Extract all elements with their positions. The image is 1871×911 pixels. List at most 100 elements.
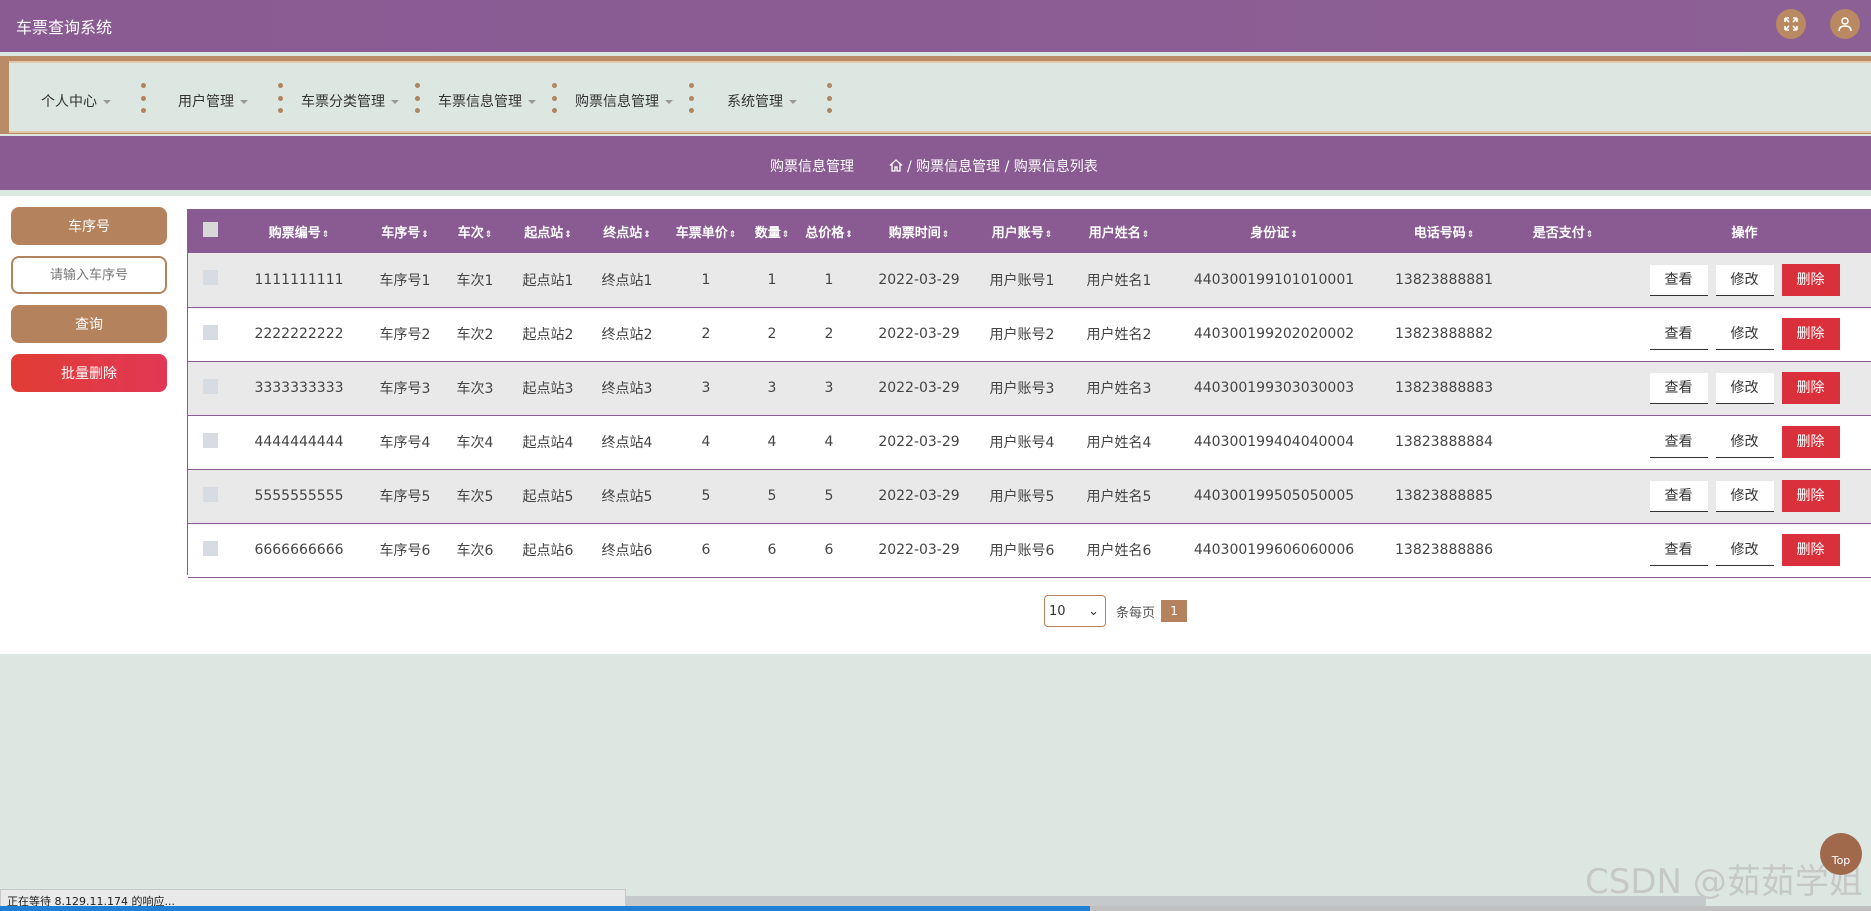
table-cell: 终点站3 bbox=[601, 381, 653, 397]
column-header[interactable]: 车序号⇕ bbox=[365, 210, 445, 253]
view-button[interactable]: 查看 bbox=[1649, 535, 1708, 566]
view-button[interactable]: 查看 bbox=[1649, 319, 1708, 350]
table-cell: 车序号2 bbox=[379, 327, 431, 343]
chevron-down-icon: ⌄ bbox=[1088, 603, 1099, 619]
column-header[interactable]: 是否支付⇕ bbox=[1509, 210, 1617, 253]
table-cell: 车次1 bbox=[456, 272, 494, 289]
row-actions: 查看 修改 删除 bbox=[1617, 361, 1871, 415]
search-input[interactable] bbox=[11, 256, 167, 294]
view-button[interactable]: 查看 bbox=[1649, 264, 1708, 296]
table-cell: 车次4 bbox=[456, 435, 494, 451]
table-cell: 5 bbox=[767, 488, 777, 504]
batch-delete-button[interactable]: 批量删除 bbox=[11, 354, 167, 392]
delete-button[interactable]: 删除 bbox=[1781, 318, 1840, 350]
column-header[interactable]: 终点站⇕ bbox=[591, 210, 663, 253]
table-cell: 起点站1 bbox=[522, 272, 574, 289]
row-checkbox[interactable] bbox=[188, 307, 233, 361]
row-actions: 查看 修改 删除 bbox=[1617, 469, 1871, 523]
nav-item-user-management[interactable]: 用户管理 bbox=[178, 91, 248, 111]
table-cell: 3 bbox=[701, 380, 711, 396]
column-header: 操作 bbox=[1731, 226, 1758, 241]
row-checkbox[interactable] bbox=[188, 469, 233, 523]
column-header[interactable]: 车次⇕ bbox=[445, 210, 505, 253]
table-cell: 用户姓名2 bbox=[1086, 327, 1152, 343]
table-cell: 起点站3 bbox=[522, 381, 574, 397]
table-cell: 4 bbox=[767, 434, 777, 450]
view-button[interactable]: 查看 bbox=[1649, 373, 1708, 404]
view-button[interactable]: 查看 bbox=[1649, 481, 1708, 512]
nav-item-personal-center[interactable]: 个人中心 bbox=[41, 91, 111, 111]
delete-button[interactable]: 删除 bbox=[1781, 534, 1840, 566]
row-checkbox[interactable] bbox=[188, 253, 233, 307]
table-row: 5555555555 车序号5 车次5 起点站5 终点站5 5 5 5 2022-03-29 用户… bbox=[188, 469, 1871, 523]
horizontal-scrollbar[interactable] bbox=[626, 896, 1706, 906]
table-cell: 车次6 bbox=[456, 543, 494, 559]
table-cell: 13823888886 bbox=[1395, 542, 1493, 558]
edit-button[interactable]: 修改 bbox=[1715, 373, 1774, 404]
column-header[interactable]: 起点站⇕ bbox=[505, 210, 591, 253]
delete-button[interactable]: 删除 bbox=[1781, 480, 1840, 512]
table-cell: 440300199303030003 bbox=[1193, 380, 1355, 396]
fullscreen-icon[interactable] bbox=[1776, 9, 1806, 39]
nav-divider bbox=[140, 83, 146, 113]
table-cell: 车序号4 bbox=[379, 435, 431, 451]
column-header[interactable]: 总价格⇕ bbox=[795, 210, 863, 253]
main-nav: 个人中心 用户管理 车票分类管理 车票信息管理 购票信息管理 系统管理 bbox=[0, 56, 1871, 134]
column-header[interactable]: 身份证⇕ bbox=[1169, 210, 1379, 253]
nav-item-label: 个人中心 bbox=[41, 94, 97, 110]
column-header[interactable]: 购票时间⇕ bbox=[863, 210, 975, 253]
view-button[interactable]: 查看 bbox=[1649, 427, 1708, 458]
column-header[interactable]: 电话号码⇕ bbox=[1379, 210, 1509, 253]
table-cell: 6 bbox=[824, 542, 834, 558]
nav-item-label: 车票分类管理 bbox=[301, 94, 385, 110]
table-cell: 13823888885 bbox=[1395, 488, 1493, 504]
row-checkbox[interactable] bbox=[188, 523, 233, 577]
edit-button[interactable]: 修改 bbox=[1715, 427, 1774, 458]
nav-item-system[interactable]: 系统管理 bbox=[727, 91, 797, 111]
page-size-select[interactable]: 10 ⌄ bbox=[1044, 595, 1106, 627]
page-number-current[interactable]: 1 bbox=[1161, 600, 1188, 622]
nav-item-ticket-category[interactable]: 车票分类管理 bbox=[301, 91, 399, 111]
delete-button[interactable]: 删除 bbox=[1781, 372, 1840, 404]
nav-item-ticket-info[interactable]: 车票信息管理 bbox=[438, 91, 536, 111]
column-header[interactable]: 数量⇕ bbox=[749, 210, 795, 253]
column-header[interactable]: 购票编号⇕ bbox=[233, 210, 365, 253]
edit-button[interactable]: 修改 bbox=[1715, 319, 1774, 350]
column-header[interactable]: 车票单价⇕ bbox=[663, 210, 749, 253]
table-row: 1111111111 车序号1 车次1 起点站1 终点站1 1 1 1 2022-03-29 用户… bbox=[188, 253, 1871, 307]
row-checkbox[interactable] bbox=[188, 361, 233, 415]
sort-icon: ⇕ bbox=[643, 230, 651, 240]
table-cell: 用户账号6 bbox=[989, 543, 1055, 559]
select-all-checkbox[interactable] bbox=[188, 210, 233, 253]
row-checkbox[interactable] bbox=[188, 415, 233, 469]
table-header-row: 购票编号⇕ 车序号⇕ 车次⇕ 起点站⇕ 终点站⇕ 车票单价⇕ 数量⇕ 总价格⇕ … bbox=[188, 210, 1871, 253]
table-cell: 车次3 bbox=[456, 381, 494, 397]
home-icon[interactable] bbox=[889, 159, 903, 172]
caret-down-icon bbox=[665, 100, 673, 104]
table-cell: 13823888884 bbox=[1395, 434, 1493, 450]
table-cell: 2 bbox=[767, 326, 777, 342]
delete-button[interactable]: 删除 bbox=[1781, 426, 1840, 458]
table-cell: 车次5 bbox=[456, 489, 494, 505]
user-icon[interactable] bbox=[1830, 9, 1860, 39]
edit-button[interactable]: 修改 bbox=[1715, 264, 1774, 296]
table-cell: 用户姓名5 bbox=[1086, 489, 1152, 505]
purchase-table: 购票编号⇕ 车序号⇕ 车次⇕ 起点站⇕ 终点站⇕ 车票单价⇕ 数量⇕ 总价格⇕ … bbox=[187, 209, 1871, 577]
back-to-top-button[interactable]: Top bbox=[1820, 833, 1862, 875]
table-cell: 3 bbox=[767, 380, 777, 396]
edit-button[interactable]: 修改 bbox=[1715, 535, 1774, 566]
nav-item-purchase-info[interactable]: 购票信息管理 bbox=[575, 91, 673, 111]
sort-icon: ⇕ bbox=[564, 230, 572, 240]
top-header: 车票查询系统 bbox=[0, 0, 1871, 52]
table-cell: 440300199202020002 bbox=[1193, 326, 1355, 342]
sort-icon: ⇕ bbox=[421, 230, 429, 240]
search-button[interactable]: 查询 bbox=[11, 305, 167, 343]
delete-button[interactable]: 删除 bbox=[1781, 263, 1840, 296]
edit-button[interactable]: 修改 bbox=[1715, 481, 1774, 512]
column-header[interactable]: 用户姓名⇕ bbox=[1069, 210, 1169, 253]
column-header[interactable]: 用户账号⇕ bbox=[975, 210, 1069, 253]
table-cell: 起点站4 bbox=[522, 435, 574, 451]
table-cell bbox=[1509, 469, 1617, 523]
table-cell: 440300199606060006 bbox=[1193, 542, 1355, 558]
table-cell: 4 bbox=[824, 434, 834, 450]
